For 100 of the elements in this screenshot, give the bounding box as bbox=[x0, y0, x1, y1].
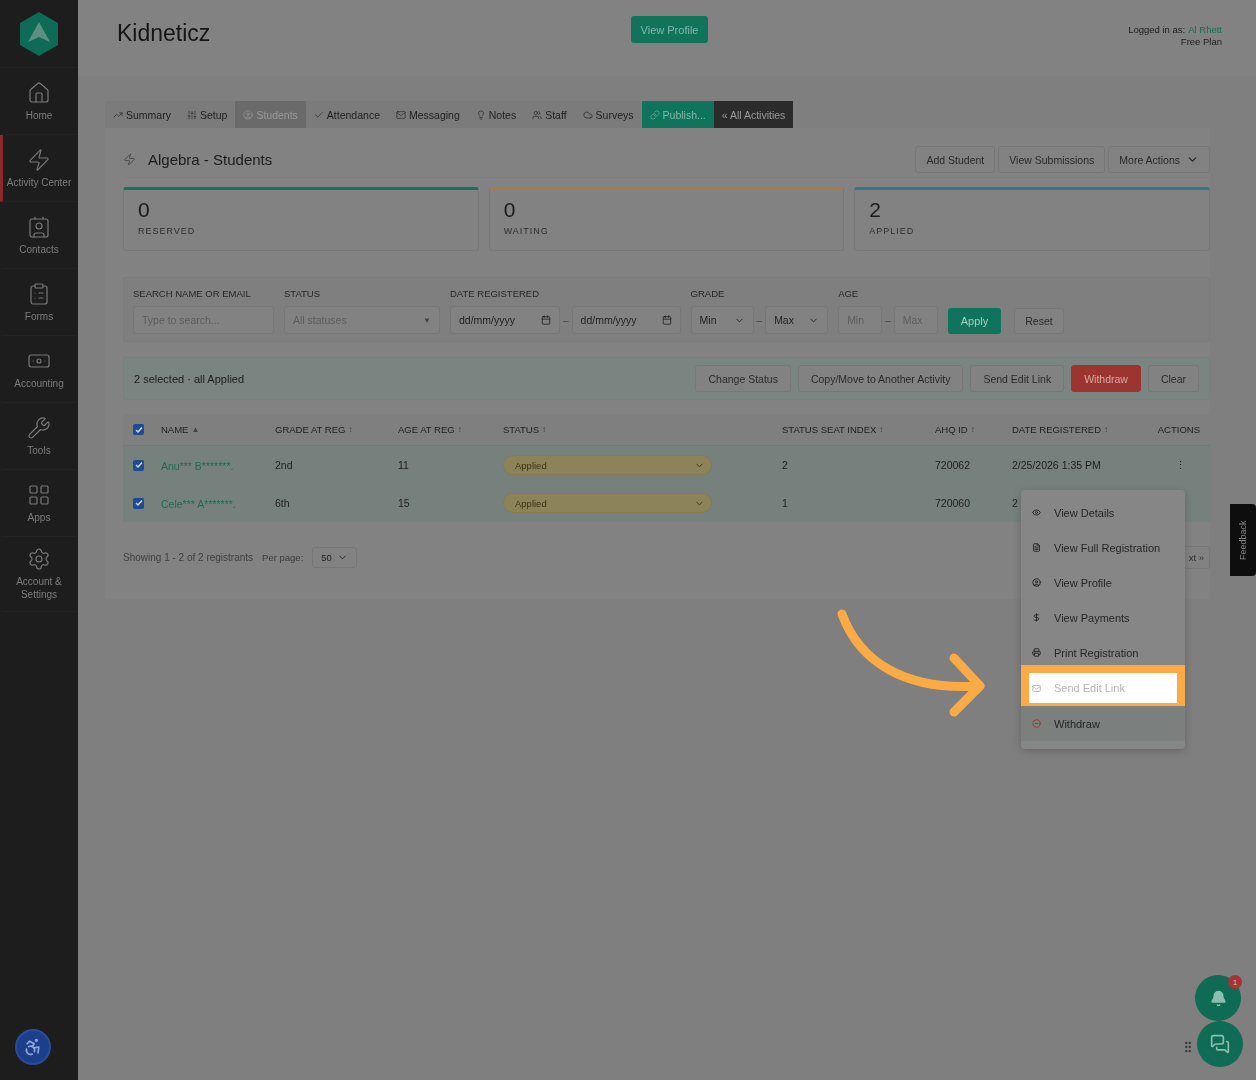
menu-item[interactable]: View Full Registration bbox=[1021, 530, 1185, 565]
column-header[interactable]: AHQ ID bbox=[935, 424, 968, 435]
document-icon bbox=[1032, 543, 1041, 552]
view-profile-button[interactable]: View Profile bbox=[630, 16, 709, 43]
bulk-action-button[interactable]: Change Status bbox=[695, 365, 791, 392]
range-separator: – bbox=[563, 314, 569, 326]
range-separator: – bbox=[756, 314, 763, 326]
menu-item[interactable]: View Profile bbox=[1021, 565, 1185, 600]
tab[interactable]: Staff bbox=[524, 101, 575, 128]
grade-max-select[interactable]: Max bbox=[765, 306, 829, 334]
status-select[interactable]: Applied bbox=[503, 493, 712, 513]
logo-icon bbox=[19, 10, 59, 57]
user-icon bbox=[1032, 578, 1041, 587]
tab[interactable]: Publish... bbox=[641, 101, 714, 128]
table-cell-text: 720060 bbox=[935, 497, 972, 509]
mail-icon bbox=[396, 109, 406, 120]
header-button[interactable]: View Submissions bbox=[998, 146, 1106, 173]
tab[interactable]: « All Activities bbox=[713, 101, 794, 128]
column-header[interactable]: NAME bbox=[161, 424, 189, 435]
section-title: Algebra - Students bbox=[148, 151, 274, 168]
table-cell-text: 11 bbox=[398, 459, 410, 471]
feedback-tab[interactable]: Feedback bbox=[1230, 504, 1256, 576]
notification-count: 1 bbox=[1228, 975, 1242, 989]
link-icon bbox=[649, 109, 660, 120]
stat-value: 0 bbox=[138, 198, 151, 222]
stat-label: APPLIED bbox=[869, 226, 916, 236]
row-checkbox[interactable] bbox=[133, 497, 144, 509]
column-header[interactable]: AGE AT REG bbox=[398, 424, 455, 435]
table-cell-text: 2 bbox=[1012, 497, 1019, 509]
calendar-icon bbox=[541, 315, 551, 325]
filter-label: STATUS bbox=[284, 288, 322, 299]
per-page-label: Per page: bbox=[262, 552, 304, 563]
stat-value: 2 bbox=[869, 198, 883, 222]
calendar-icon bbox=[661, 315, 672, 325]
check-icon bbox=[313, 109, 324, 120]
sort-indicator: ↕ bbox=[348, 425, 353, 434]
mail-icon bbox=[1032, 683, 1041, 693]
bell-icon bbox=[1209, 989, 1227, 1007]
tab[interactable]: Notes bbox=[467, 101, 525, 128]
login-label: Logged in as: bbox=[1128, 24, 1186, 36]
menu-item[interactable]: Print Registration bbox=[1021, 635, 1185, 670]
row-actions-button[interactable]: ⋮ bbox=[1146, 459, 1200, 471]
column-header[interactable]: ACTIONS bbox=[1157, 424, 1200, 435]
apply-button[interactable]: Apply bbox=[947, 308, 1002, 334]
wrench-icon bbox=[27, 415, 51, 440]
sort-indicator: ↕ bbox=[457, 425, 462, 434]
bulk-action-button[interactable]: Withdraw bbox=[1071, 365, 1141, 392]
chart-icon bbox=[113, 109, 123, 120]
date-field[interactable]: dd/mm/yyyy bbox=[571, 306, 681, 334]
row-checkbox[interactable] bbox=[133, 459, 144, 471]
more-actions-button[interactable]: More Actions bbox=[1108, 146, 1210, 173]
selection-summary: 2 selected · all Applied bbox=[134, 372, 246, 385]
filter-label: DATE REGISTERED bbox=[450, 288, 541, 299]
app-title: Kidneticz bbox=[117, 20, 212, 47]
lightbulb-icon bbox=[475, 109, 486, 120]
column-header[interactable]: DATE REGISTERED bbox=[1012, 424, 1102, 435]
per-page-select[interactable]: 50 bbox=[312, 547, 358, 568]
grid-icon bbox=[27, 482, 51, 507]
users-icon bbox=[532, 109, 543, 120]
bulk-action-button[interactable]: Clear bbox=[1147, 365, 1199, 392]
filter-label: AGE bbox=[838, 288, 860, 299]
select-all-checkbox[interactable] bbox=[133, 424, 144, 435]
table-cell-text: 2/25/2026 1:35 PM bbox=[1012, 459, 1102, 471]
table-cell-text: 15 bbox=[398, 497, 411, 509]
menu-item[interactable]: Withdraw bbox=[1021, 706, 1185, 741]
dollar-icon bbox=[1032, 613, 1041, 622]
user-icon bbox=[243, 109, 254, 120]
sort-indicator: ▲ bbox=[191, 425, 200, 434]
tab[interactable]: Summary bbox=[105, 101, 179, 128]
grade-min-select[interactable]: Min bbox=[690, 306, 754, 334]
home-icon bbox=[27, 80, 51, 105]
lightning-icon bbox=[27, 147, 51, 172]
tab[interactable]: Messaging bbox=[388, 101, 468, 128]
menu-item[interactable]: View Details bbox=[1021, 495, 1185, 530]
bulk-action-button[interactable]: Send Edit Link bbox=[970, 365, 1065, 392]
status-select[interactable]: Applied bbox=[503, 455, 712, 475]
range-separator: – bbox=[885, 314, 891, 326]
header-button[interactable]: Add Student bbox=[915, 146, 996, 173]
gear-icon bbox=[27, 547, 51, 571]
column-header[interactable]: STATUS bbox=[503, 424, 540, 435]
table-cell-text: 2 bbox=[782, 459, 789, 471]
tab[interactable]: Setup bbox=[178, 101, 236, 128]
date-field[interactable]: dd/mm/yyyy bbox=[450, 306, 560, 334]
table-cell-text: 6th bbox=[275, 497, 291, 509]
next-page-button[interactable]: xt » bbox=[1184, 546, 1210, 569]
tab[interactable]: Attendance bbox=[305, 101, 388, 128]
reset-button[interactable]: Reset bbox=[1014, 308, 1064, 334]
tab[interactable]: Surveys bbox=[574, 101, 642, 128]
column-header[interactable]: GRADE AT REG bbox=[275, 424, 346, 435]
minus-circle-icon bbox=[1032, 719, 1041, 728]
column-header[interactable]: STATUS SEAT INDEX bbox=[782, 424, 877, 435]
filter-label: SEARCH NAME OR EMAIL bbox=[133, 288, 252, 299]
bulk-action-button[interactable]: Copy/Move to Another Activity bbox=[797, 365, 964, 392]
sort-indicator: ↕ bbox=[879, 425, 884, 434]
table-cell-text: 720062 bbox=[935, 459, 972, 471]
sort-indicator: ↕ bbox=[970, 425, 975, 434]
sort-indicator: ↕ bbox=[1104, 425, 1109, 434]
cloud-icon bbox=[582, 109, 593, 120]
table-cell-text: 1 bbox=[782, 497, 789, 509]
menu-item[interactable]: View Payments bbox=[1021, 600, 1185, 635]
